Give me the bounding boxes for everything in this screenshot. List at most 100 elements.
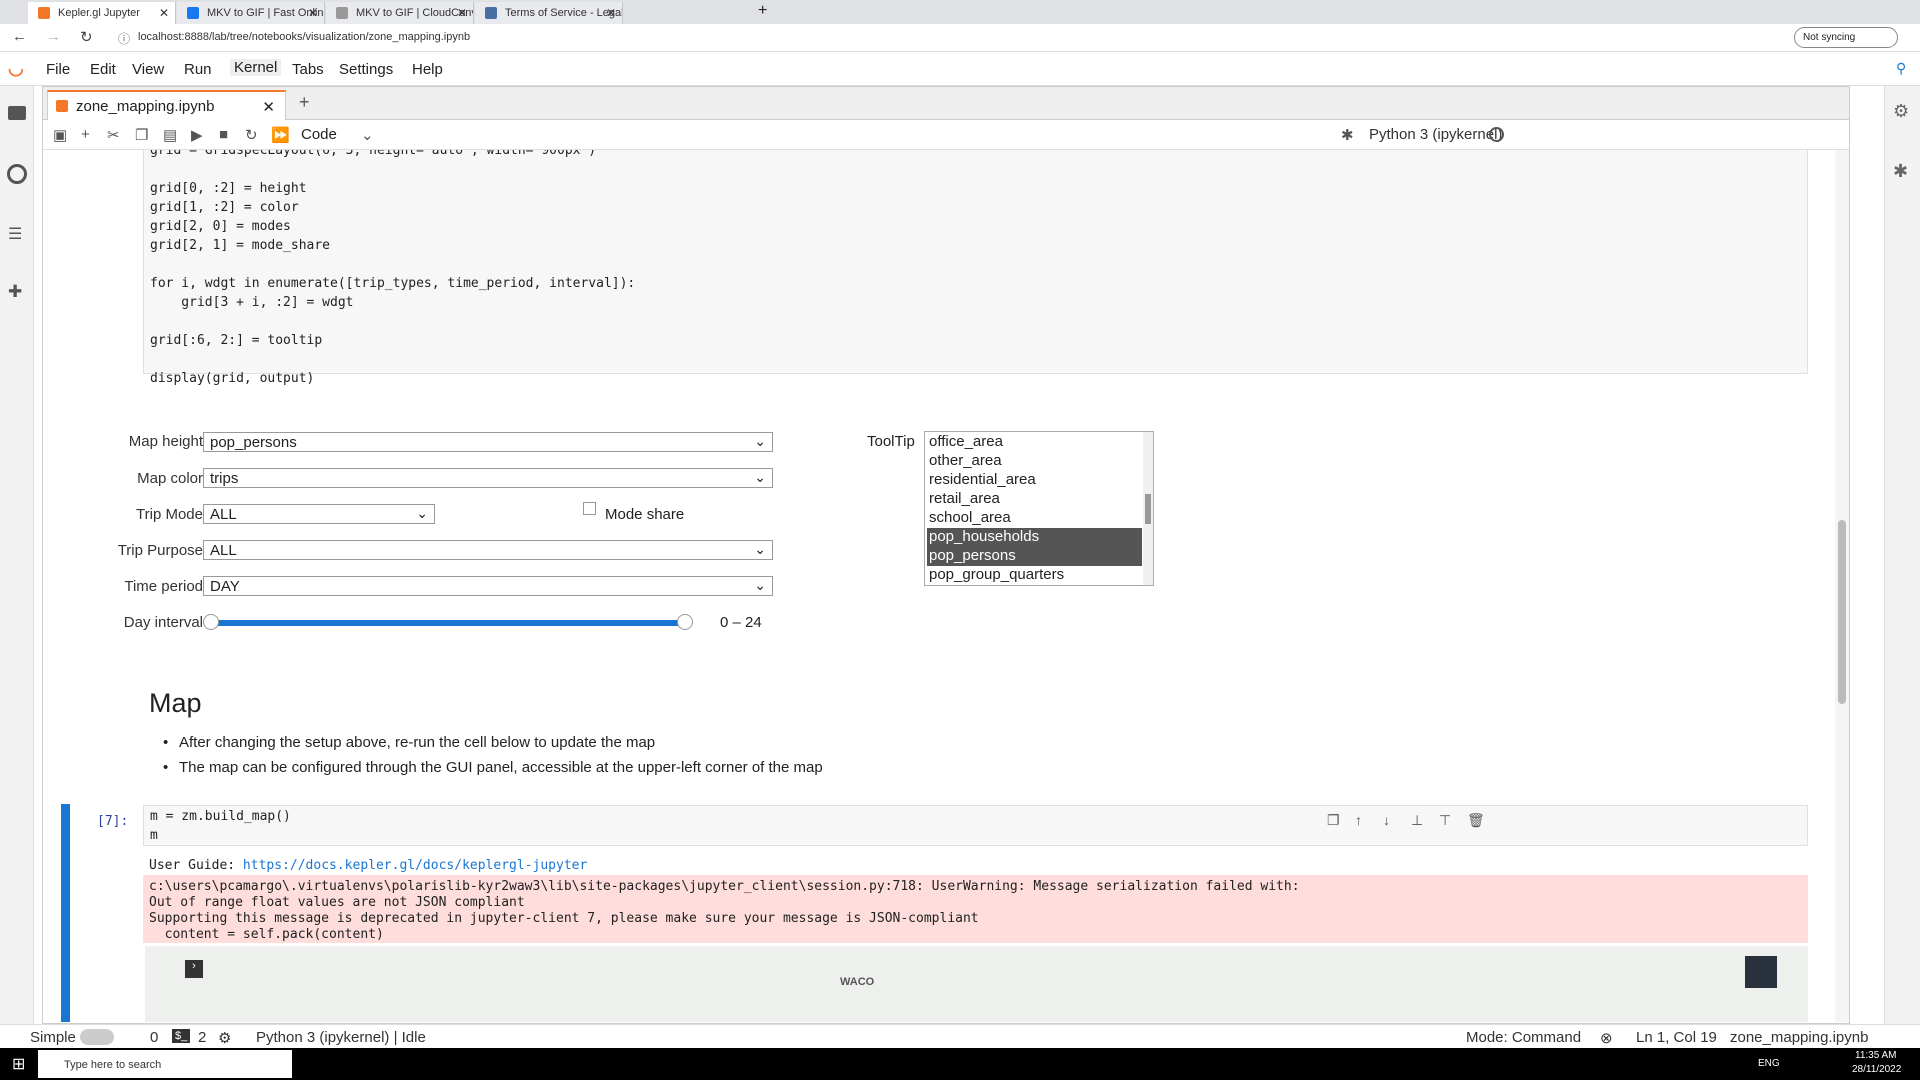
insert-above-icon[interactable]: ⊥ — [1411, 812, 1423, 829]
tooltip-option[interactable]: office_area — [927, 433, 1142, 452]
taskbar-search[interactable]: Type here to search — [38, 1050, 292, 1078]
cursor-position[interactable]: Ln 1, Col 19 — [1636, 1029, 1717, 1046]
extension-icon[interactable]: ✚ — [8, 282, 22, 302]
menu-file[interactable]: File — [46, 61, 70, 78]
map-label: WACO — [840, 976, 875, 988]
browser-tab[interactable]: MKV to GIF | Fast Online MKV to✕ — [177, 2, 325, 24]
tooltip-option[interactable]: residential_area — [927, 471, 1142, 490]
markdown-heading: Map — [149, 688, 202, 718]
menu-run[interactable]: Run — [184, 61, 212, 78]
sync-button[interactable]: Not syncing — [1794, 27, 1898, 48]
tooltip-option[interactable]: pop_group_quarters — [927, 566, 1142, 585]
restart-run-all-icon[interactable]: ⏩ — [271, 126, 290, 144]
windows-start-icon[interactable]: ⊞ — [12, 1054, 25, 1074]
active-cell-indicator — [61, 804, 70, 1022]
kernel-status-icon: ⚙ — [218, 1030, 232, 1047]
paste-icon[interactable]: ▤ — [163, 126, 177, 144]
trip-purpose-label: Trip Purpose — [117, 542, 203, 559]
tooltip-multiselect[interactable]: office_area other_area residential_area … — [924, 431, 1154, 586]
menu-settings[interactable]: Settings — [339, 61, 393, 78]
save-icon[interactable]: ▣ — [53, 126, 67, 144]
info-icon[interactable]: ⓘ — [118, 30, 130, 47]
copy-icon[interactable]: ❐ — [135, 126, 148, 144]
restart-icon[interactable]: ↻ — [245, 126, 258, 144]
menu-help[interactable]: Help — [412, 61, 443, 78]
kernel-status[interactable]: Python 3 (ipykernel) | Idle — [256, 1029, 426, 1046]
search-icon[interactable]: ⚲ — [1896, 60, 1906, 77]
reload-icon[interactable]: ↻ — [80, 28, 93, 46]
map-control-icon[interactable] — [1745, 956, 1777, 988]
browser-tab[interactable]: Terms of Service - Legal - Zamzar✕ — [475, 2, 623, 24]
left-sidebar: ☰ ✚ — [0, 86, 34, 1024]
tooltip-option-selected[interactable]: pop_households — [927, 528, 1142, 547]
trip-purpose-dropdown[interactable]: ALL ⌄ — [203, 540, 773, 560]
map-color-dropdown[interactable]: trips ⌄ — [203, 468, 773, 488]
new-launcher-button[interactable]: + — [299, 92, 310, 113]
tooltip-option[interactable]: retail_area — [927, 490, 1142, 509]
chevron-down-icon[interactable]: ⌄ — [361, 126, 374, 144]
notebook-icon — [56, 100, 68, 112]
scrollbar[interactable] — [1143, 432, 1153, 585]
forward-icon[interactable]: → — [46, 28, 61, 45]
menu-view[interactable]: View — [132, 61, 164, 78]
move-up-icon[interactable]: ↑ — [1355, 812, 1362, 828]
notebook-scrollbar[interactable] — [1835, 150, 1849, 1022]
property-inspector-icon[interactable]: ⚙ — [1893, 101, 1909, 122]
code-cell[interactable]: grid = GridspecLayout(6, 3, height='auto… — [143, 150, 1808, 386]
duplicate-icon[interactable]: ❐ — [1327, 812, 1340, 829]
cut-icon[interactable]: ✂ — [107, 126, 120, 144]
guide-link[interactable]: https://docs.kepler.gl/docs/keplergl-jup… — [243, 858, 587, 873]
kernel-name[interactable]: Python 3 (ipykernel) — [1369, 126, 1502, 143]
notebook-tab[interactable]: zone_mapping.ipynb ✕ — [47, 90, 286, 121]
slider-handle-start[interactable] — [203, 614, 219, 630]
close-icon[interactable]: ✕ — [262, 98, 275, 116]
add-cell-icon[interactable]: + — [81, 126, 90, 143]
stop-icon[interactable]: ■ — [219, 126, 228, 143]
close-icon[interactable]: ✕ — [606, 6, 616, 20]
run-icon[interactable]: ▶ — [191, 126, 203, 144]
toc-icon[interactable]: ☰ — [8, 224, 22, 244]
close-icon[interactable]: ✕ — [457, 6, 467, 20]
move-down-icon[interactable]: ↓ — [1383, 812, 1390, 828]
tooltip-option-selected[interactable]: pop_persons — [927, 547, 1142, 566]
status-bar: Simple 0 $_ 2 ⚙ Python 3 (ipykernel) | I… — [0, 1024, 1920, 1048]
simple-mode-toggle[interactable] — [80, 1029, 114, 1045]
browser-tab[interactable]: Kepler.gl Jupyter ✕ — [28, 2, 176, 24]
folder-icon[interactable] — [8, 106, 26, 120]
mode-share-label: Mode share — [605, 506, 685, 523]
code-cell[interactable]: m = zm.build_map() m — [143, 805, 1808, 846]
running-icon[interactable] — [7, 164, 27, 184]
url-field[interactable]: localhost:8888/lab/tree/notebooks/visual… — [138, 31, 470, 43]
close-icon[interactable]: ✕ — [159, 6, 169, 20]
debugger-icon[interactable]: ✱ — [1341, 126, 1354, 144]
menu-kernel[interactable]: Kernel — [230, 59, 282, 76]
mode-share-checkbox[interactable] — [583, 502, 596, 515]
new-tab-button[interactable]: + — [758, 2, 767, 20]
menu-tabs[interactable]: Tabs — [292, 61, 324, 78]
slider-handle-end[interactable] — [677, 614, 693, 630]
panel-toggle-icon[interactable]: › — [185, 960, 203, 978]
insert-below-icon[interactable]: ⊤ — [1439, 812, 1451, 829]
bug-icon: ⊗ — [1600, 1030, 1613, 1047]
chevron-down-icon: ⌄ — [754, 541, 766, 557]
map-height-dropdown[interactable]: pop_persons ⌄ — [203, 432, 773, 452]
time-period-dropdown[interactable]: DAY ⌄ — [203, 576, 773, 596]
notebook-content: grid = GridspecLayout(6, 3, height='auto… — [43, 150, 1837, 1022]
kepler-map[interactable]: › WACO — [145, 946, 1808, 1022]
close-icon[interactable]: ✕ — [308, 6, 318, 20]
day-interval-slider[interactable] — [211, 620, 685, 626]
menu-edit[interactable]: Edit — [90, 61, 116, 78]
delete-icon[interactable]: 🗑 — [1467, 812, 1485, 829]
notebook-panel: zone_mapping.ipynb ✕ + ▣ + ✂ ❐ ▤ ▶ ■ ↻ ⏩… — [42, 86, 1850, 1024]
browser-tab-strip: Kepler.gl Jupyter ✕ MKV to GIF | Fast Onl… — [0, 0, 1920, 24]
cell-type-select[interactable]: Code — [301, 126, 337, 143]
back-icon[interactable]: ← — [12, 28, 27, 45]
cloud-icon — [336, 7, 348, 19]
tooltip-option[interactable]: school_area — [927, 509, 1142, 528]
trip-mode-dropdown[interactable]: ALL ⌄ — [203, 504, 435, 524]
chevron-down-icon: ⌄ — [754, 577, 766, 593]
markdown-bullet: After changing the setup above, re-run t… — [163, 734, 655, 751]
browser-tab[interactable]: MKV to GIF | CloudConvert✕ — [326, 2, 474, 24]
debugger-icon[interactable]: ✱ — [1893, 161, 1908, 182]
tooltip-option[interactable]: other_area — [927, 452, 1142, 471]
